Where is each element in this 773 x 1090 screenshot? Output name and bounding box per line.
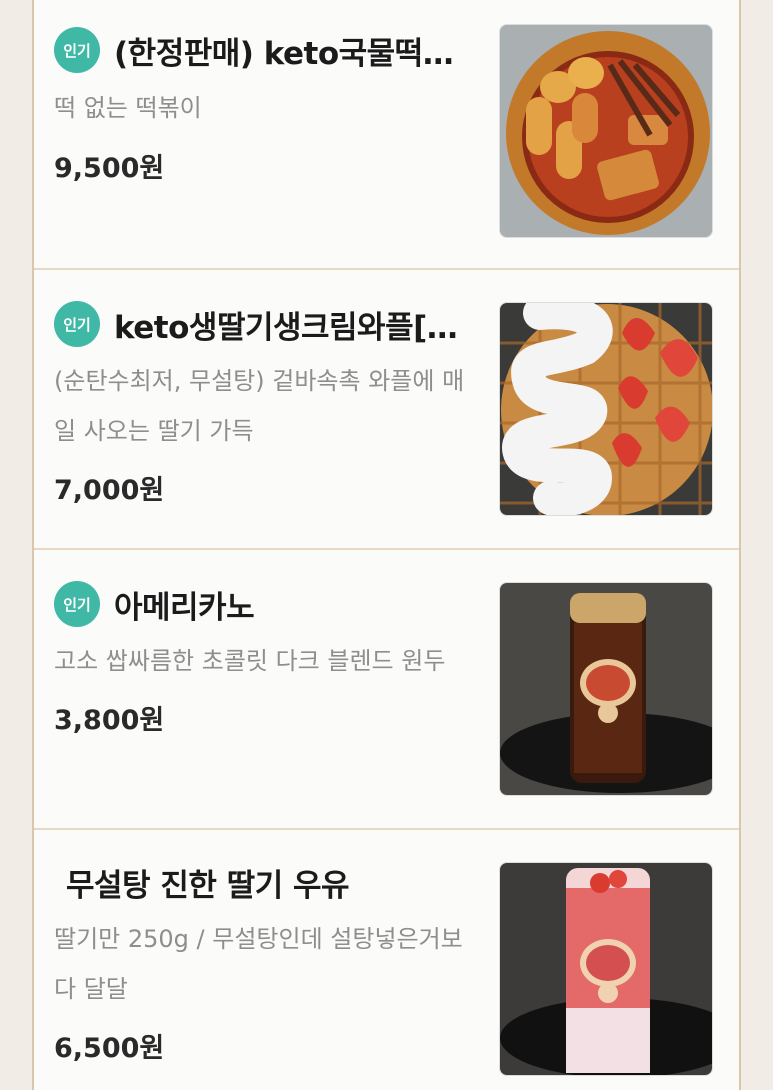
popular-badge: 인기 [54, 581, 100, 627]
left-frame [0, 0, 34, 1090]
menu-item[interactable]: 인기 keto생딸기생크림와플[… (순탄수최저, 무설탕) 겉바속촉 와플에 … [34, 270, 739, 550]
popular-badge: 인기 [54, 27, 100, 73]
menu-item-title: 아메리카노 [114, 589, 255, 626]
menu-item-title: keto생딸기생크림와플[… [114, 309, 458, 346]
menu-item-description: 떡 없는 떡볶이 [54, 94, 202, 122]
menu-item-price: 9,500원 [54, 153, 165, 184]
strawberry-milk-photo[interactable] [499, 862, 713, 1076]
menu-item-price: 7,000원 [54, 475, 165, 506]
menu-item[interactable]: 인기 (한정판매) keto국물떡… 떡 없는 떡볶이 9,500원 [34, 0, 739, 270]
menu-item-price: 3,800원 [54, 705, 165, 736]
menu-item-description: 딸기만 250g / 무설탕인데 설탕넣은거보다 달달 [54, 925, 463, 1003]
menu-list: 인기 (한정판매) keto국물떡… 떡 없는 떡볶이 9,500원 인기 ke… [34, 0, 739, 1090]
menu-item-description: (순탄수최저, 무설탕) 겉바속촉 와플에 매일 사오는 딸기 가득 [54, 367, 465, 445]
popular-badge: 인기 [54, 301, 100, 347]
menu-item-price: 6,500원 [54, 1033, 165, 1064]
menu-item[interactable]: 인기 아메리카노 고소 쌉싸름한 초콜릿 다크 블렌드 원두 3,800원 [34, 550, 739, 830]
right-frame [739, 0, 773, 1090]
americano-bottle-photo[interactable] [499, 582, 713, 796]
strawberry-waffle-photo[interactable] [499, 302, 713, 516]
tteokbokki-photo[interactable] [499, 24, 713, 238]
menu-item-description: 고소 쌉싸름한 초콜릿 다크 블렌드 원두 [54, 647, 446, 675]
menu-item[interactable]: 무설탕 진한 딸기 우유 딸기만 250g / 무설탕인데 설탕넣은거보다 달달… [34, 830, 739, 1090]
menu-item-title: 무설탕 진한 딸기 우유 [66, 867, 350, 904]
menu-item-title: (한정판매) keto국물떡… [114, 35, 454, 72]
